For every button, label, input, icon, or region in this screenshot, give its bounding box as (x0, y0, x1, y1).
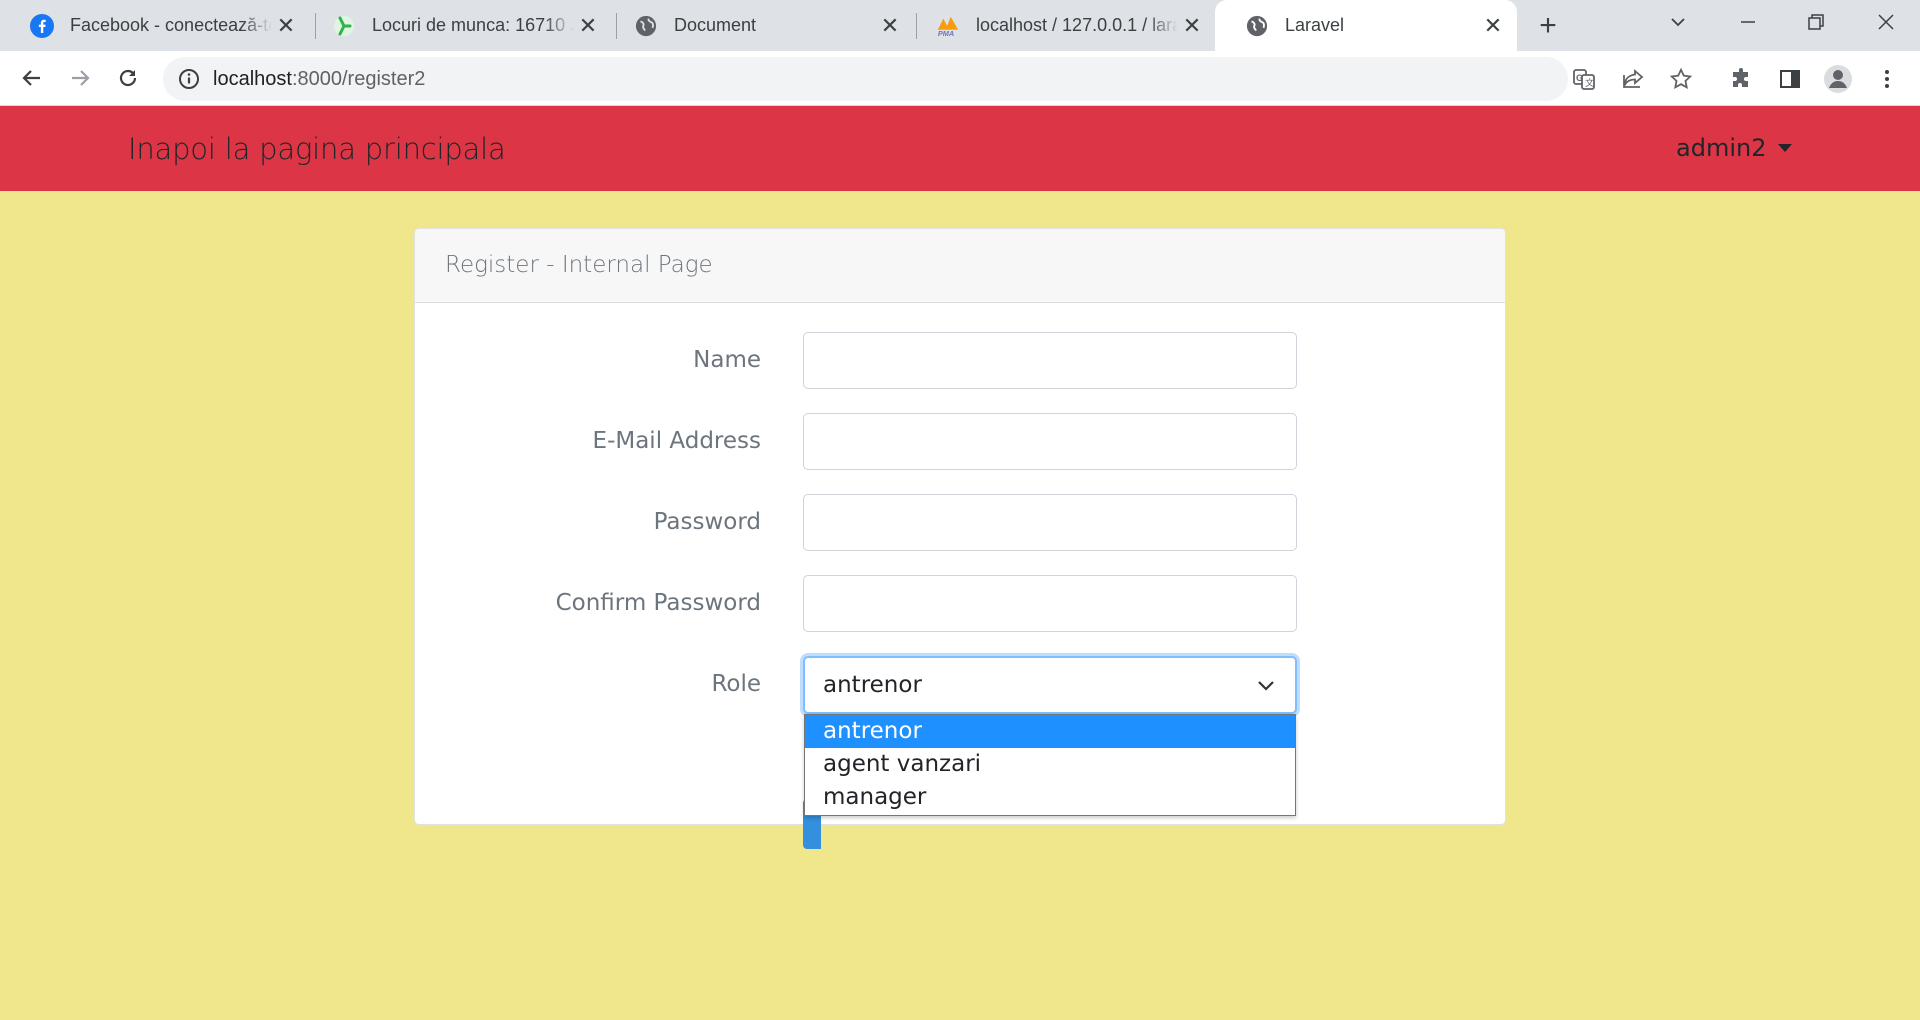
card-title: Register - Internal Page (445, 252, 713, 278)
user-dropdown-toggle[interactable]: admin2 (1676, 134, 1793, 162)
app-navbar: Inapoi la pagina principala admin2 (0, 106, 1920, 191)
role-select-value: antrenor (823, 672, 922, 698)
minimize-icon[interactable] (1716, 0, 1780, 44)
tab-phpmyadmin[interactable]: PMA localhost / 127.0.0.1 / laravel ✕ (906, 0, 1216, 51)
globe-icon (634, 14, 658, 38)
svg-text:PMA: PMA (938, 29, 954, 38)
share-icon[interactable] (1615, 61, 1651, 97)
password-label: Password (653, 509, 761, 535)
tab-facebook[interactable]: Facebook - conectează-te sau înscrie-te … (0, 0, 310, 51)
close-tab-icon[interactable]: ✕ (876, 12, 904, 40)
tab-title: Locuri de munca: 16710 Joburi (372, 15, 574, 35)
address-bar[interactable]: localhost:8000/register2 G文 (163, 57, 1693, 101)
confirm-password-row: Confirm Password (415, 575, 1505, 633)
name-row: Name (415, 332, 1505, 390)
tab-title: localhost / 127.0.0.1 / laravel (976, 15, 1178, 35)
close-tab-icon[interactable]: ✕ (1479, 12, 1507, 40)
kebab-menu-icon[interactable] (1869, 61, 1905, 97)
role-row: Role antrenor (415, 656, 1505, 714)
browser-toolbar: localhost:8000/register2 G文 (0, 51, 1920, 106)
url-host: localhost (213, 68, 292, 90)
tab-title: Facebook - conectează-te sau înscrie-te (70, 15, 272, 35)
tab-title: Laravel (1285, 15, 1345, 35)
bestjobs-icon (332, 14, 356, 38)
password-input[interactable] (803, 494, 1297, 551)
role-option[interactable]: agent vanzari (805, 748, 1295, 781)
back-button[interactable] (13, 59, 51, 97)
name-label: Name (693, 347, 761, 373)
email-label: E-Mail Address (592, 428, 761, 454)
site-info-icon[interactable] (177, 67, 201, 91)
bookmark-star-icon[interactable] (1663, 61, 1699, 97)
restore-icon[interactable] (1784, 0, 1848, 44)
tab-bestjobs[interactable]: Locuri de munca: 16710 Joburi ✕ (302, 0, 612, 51)
role-options-list: antrenor agent vanzari manager (804, 714, 1296, 816)
url-text: localhost:8000/register2 (213, 68, 425, 91)
close-tab-icon[interactable]: ✕ (574, 12, 602, 40)
phpmyadmin-icon: PMA (936, 14, 960, 38)
card-header: Register - Internal Page (415, 229, 1505, 303)
caret-down-icon (1778, 144, 1793, 152)
extensions-icon[interactable] (1724, 61, 1760, 97)
back-arrow-icon (22, 70, 40, 86)
tab-title: Document (674, 15, 757, 35)
new-tab-button[interactable]: + (1530, 8, 1566, 44)
profile-avatar-icon[interactable] (1820, 61, 1856, 97)
reload-button[interactable] (109, 59, 147, 97)
role-option[interactable]: manager (805, 781, 1295, 814)
role-select[interactable]: antrenor (803, 656, 1297, 714)
tab-laravel[interactable]: Laravel ✕ (1215, 0, 1517, 51)
email-row: E-Mail Address (415, 413, 1505, 471)
tab-search-icon[interactable] (1646, 0, 1710, 44)
svg-text:G: G (1576, 73, 1583, 83)
translate-icon[interactable]: G文 (1566, 61, 1602, 97)
svg-text:文: 文 (1585, 77, 1594, 88)
reload-icon (119, 69, 137, 87)
forward-arrow-icon (72, 70, 90, 86)
forward-button[interactable] (61, 59, 99, 97)
role-option[interactable]: antrenor (805, 715, 1295, 748)
home-link[interactable]: Inapoi la pagina principala (128, 132, 506, 166)
confirm-password-label: Confirm Password (555, 590, 761, 616)
close-tab-icon[interactable]: ✕ (1178, 12, 1206, 40)
globe-icon (1245, 14, 1269, 38)
url-path: :8000/register2 (291, 68, 426, 90)
name-input[interactable] (803, 332, 1297, 389)
close-tab-icon[interactable]: ✕ (272, 12, 300, 40)
password-row: Password (415, 494, 1505, 552)
side-panel-icon[interactable] (1772, 61, 1808, 97)
role-label: Role (711, 671, 761, 697)
confirm-password-input[interactable] (803, 575, 1297, 632)
tab-document[interactable]: Document ✕ (604, 0, 914, 51)
browser-tabstrip: Facebook - conectează-te sau înscrie-te … (0, 0, 1920, 51)
username: admin2 (1676, 134, 1767, 162)
close-window-icon[interactable] (1854, 0, 1918, 44)
facebook-icon (30, 13, 54, 38)
chevron-down-icon (1258, 681, 1274, 691)
email-input[interactable] (803, 413, 1297, 470)
